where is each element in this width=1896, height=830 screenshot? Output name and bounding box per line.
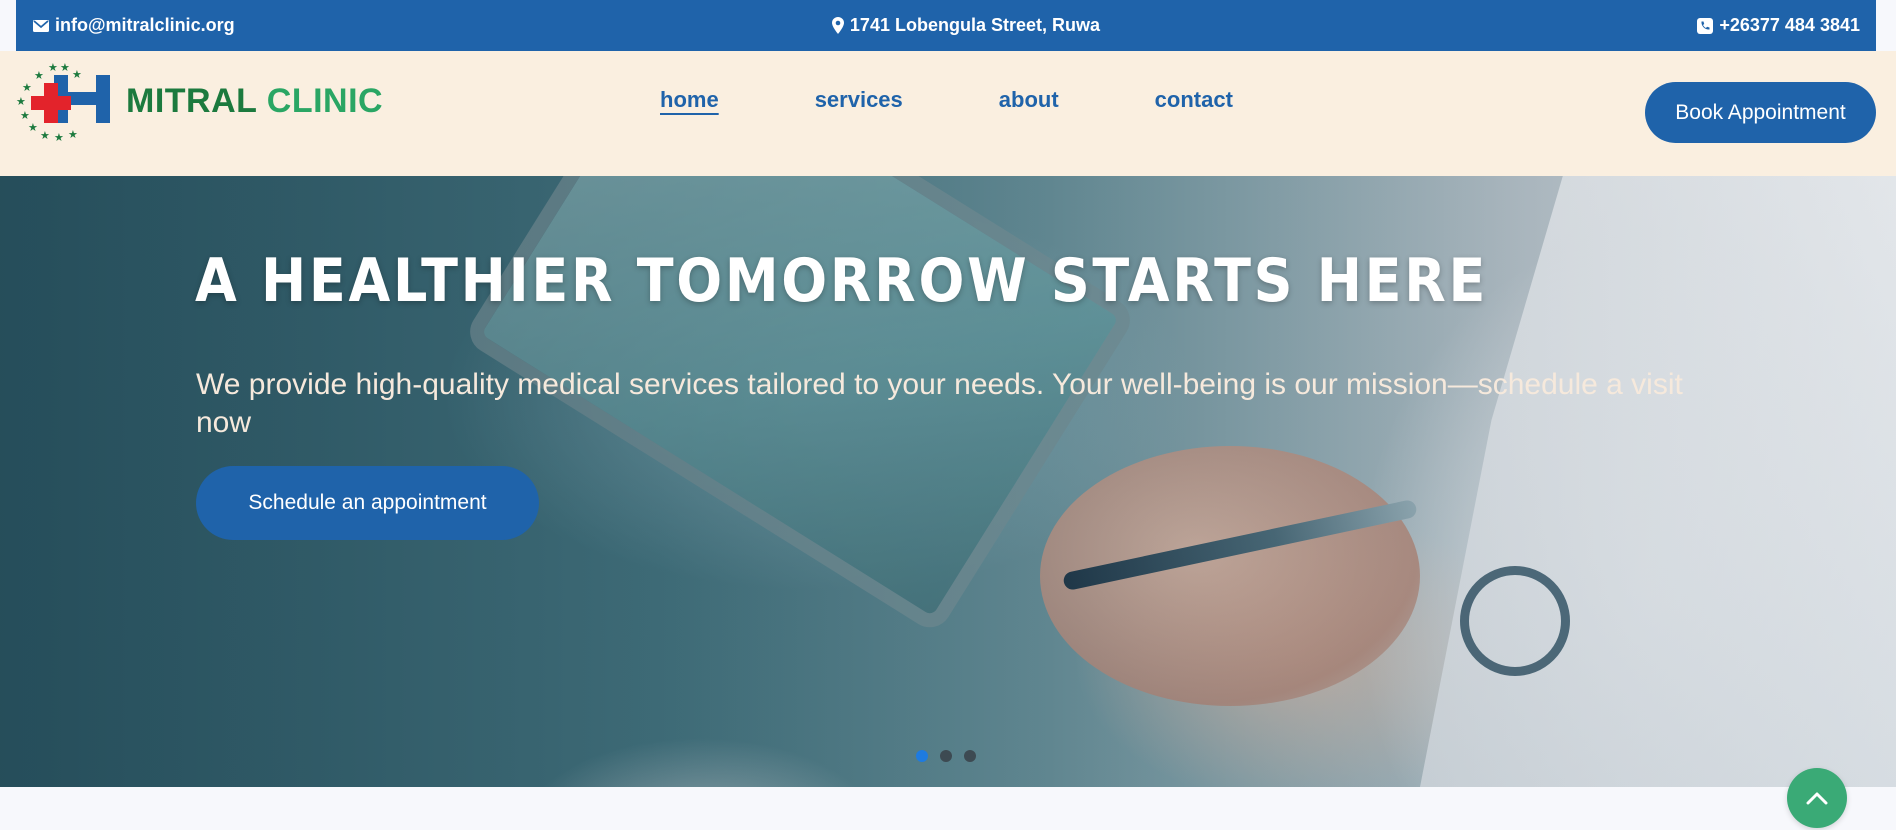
brand-word-clinic: CLINIC — [266, 81, 384, 120]
contact-phone[interactable]: +26377 484 3841 — [1697, 15, 1860, 36]
svg-text:★: ★ — [34, 69, 44, 82]
brand-logo-link[interactable]: ★ ★ ★ ★ ★ ★ ★ ★ ★ ★ ★ MITRAL CLINIC — [14, 61, 383, 141]
carousel-dot-1[interactable] — [916, 750, 928, 762]
svg-text:★: ★ — [54, 131, 64, 141]
phone-icon — [1697, 17, 1714, 34]
main-nav: home services about contact — [660, 87, 1233, 113]
address-text: 1741 Lobengula Street, Ruwa — [849, 15, 1100, 35]
hero-title: A HEALTHIER TOMORROW STARTS HERE — [195, 246, 1489, 316]
hero-carousel: A HEALTHIER TOMORROW STARTS HERE We prov… — [0, 176, 1896, 787]
svg-text:★: ★ — [72, 68, 82, 81]
contact-address: 1741 Lobengula Street, Ruwa — [831, 15, 1100, 36]
svg-text:★: ★ — [40, 129, 50, 141]
brand-name: MITRAL CLINIC — [126, 82, 383, 121]
site-header: ★ ★ ★ ★ ★ ★ ★ ★ ★ ★ ★ MITRAL CLINIC home serv… — [0, 51, 1896, 176]
hero-subtitle: We provide high-quality medical services… — [196, 368, 1683, 439]
carousel-dot-2[interactable] — [940, 750, 952, 762]
contact-email[interactable]: info@mitralclinic.org — [33, 15, 235, 36]
map-pin-icon — [831, 17, 844, 34]
carousel-indicators — [916, 750, 976, 762]
phone-text: +26377 484 3841 — [1719, 15, 1860, 35]
envelope-icon — [33, 19, 49, 32]
email-text: info@mitralclinic.org — [55, 15, 235, 35]
nav-services[interactable]: services — [815, 87, 903, 113]
nav-home[interactable]: home — [660, 87, 719, 113]
top-info-bar: info@mitralclinic.org 1741 Lobengula Str… — [16, 0, 1876, 51]
nav-about[interactable]: about — [999, 87, 1059, 113]
scroll-to-top-button[interactable] — [1787, 768, 1847, 828]
svg-text:★: ★ — [16, 95, 26, 108]
svg-text:★: ★ — [48, 61, 58, 74]
brand-word-mitral: MITRAL — [126, 81, 257, 120]
svg-text:★: ★ — [68, 128, 78, 141]
clinic-logo-icon: ★ ★ ★★ ★★ ★★ ★ ★ ★ — [16, 61, 110, 141]
book-appointment-button[interactable]: Book Appointment — [1645, 82, 1876, 143]
nav-contact[interactable]: contact — [1155, 87, 1233, 113]
svg-text:★: ★ — [28, 121, 38, 134]
schedule-appointment-button[interactable]: Schedule an appointment — [196, 466, 539, 540]
carousel-dot-3[interactable] — [964, 750, 976, 762]
svg-text:★: ★ — [22, 81, 32, 94]
chevron-up-icon — [1806, 792, 1828, 805]
svg-text:★: ★ — [60, 61, 70, 74]
